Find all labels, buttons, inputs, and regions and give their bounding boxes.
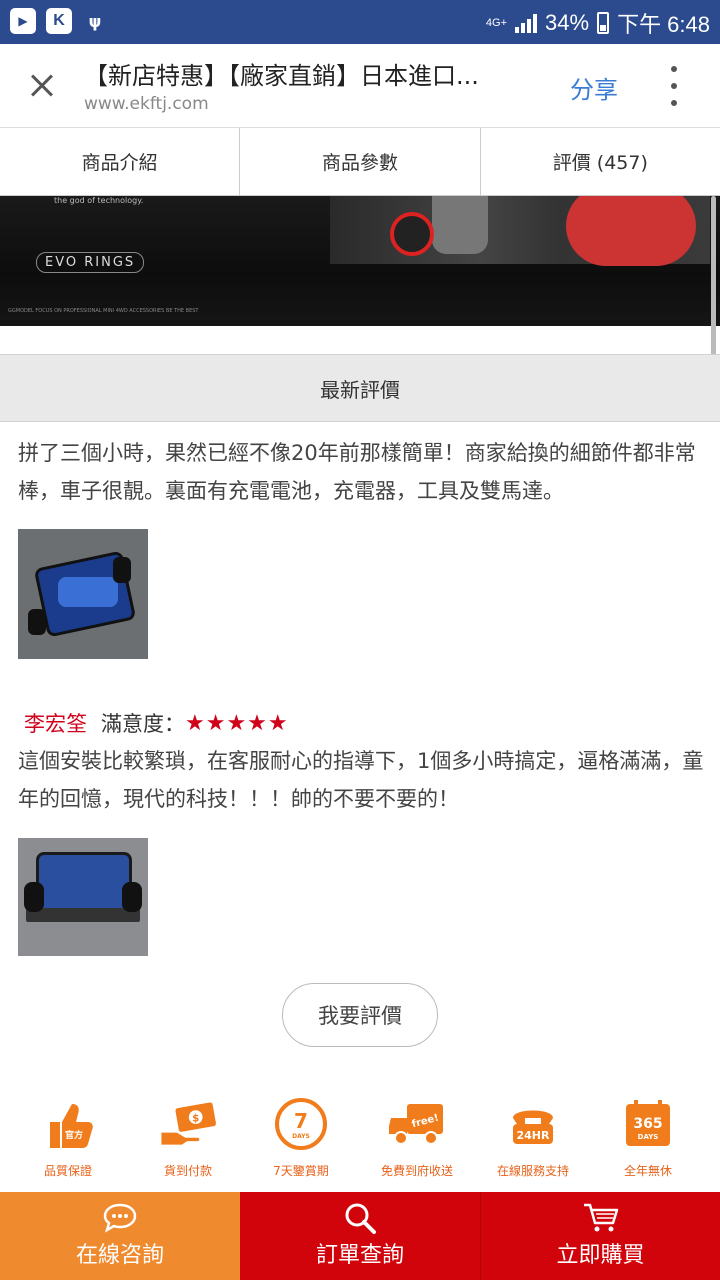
chat-bubble-icon <box>103 1203 137 1233</box>
status-bar: ▶ K ψ 4G+ 34% 下午 6:48 <box>0 0 720 44</box>
feature-cod[interactable]: $ 貨到付款 <box>128 1096 248 1179</box>
feature-free-delivery[interactable]: free! 免費到府收送 <box>357 1096 477 1179</box>
battery-icon <box>597 12 610 34</box>
banner-badge: EVO RINGS <box>36 252 145 273</box>
review-text: 拼了三個小時，果然已經不像20年前那樣簡單！商家給換的細節件都非常棒，車子很靚。… <box>18 441 696 503</box>
tab-product-intro[interactable]: 商品介紹 <box>0 128 241 195</box>
scrollbar[interactable] <box>711 196 716 366</box>
phone-24hr-icon: 24HR <box>503 1096 563 1152</box>
review-photo[interactable] <box>18 838 148 956</box>
tab-product-params[interactable]: 商品參數 <box>240 128 481 195</box>
cash-on-delivery-icon: $ <box>158 1096 218 1152</box>
service-features: 官方 品質保證 $ 貨到付款 7 DAYS 7天鑒賞期 free! 免費到府收送 … <box>0 1096 720 1188</box>
page-title: 【新店特惠】【廠家直銷】日本進口... <box>84 62 479 90</box>
review-header: 李宏筌 滿意度： ★★★★★ <box>24 708 289 738</box>
satisfaction-label: 滿意度： <box>101 712 185 736</box>
calendar-365-icon: 365 DAYS <box>618 1096 678 1152</box>
svg-text:7: 7 <box>294 1109 308 1133</box>
feature-7days[interactable]: 7 DAYS 7天鑒賞期 <box>241 1096 361 1179</box>
feature-quality[interactable]: 官方 品質保證 <box>8 1096 128 1179</box>
delivery-truck-icon: free! <box>387 1096 447 1152</box>
network-type: 4G+ <box>485 16 508 29</box>
svg-text:365: 365 <box>633 1116 662 1132</box>
banner-tagline: the god of technology. <box>54 196 144 205</box>
svg-text:DAYS: DAYS <box>638 1133 659 1141</box>
usb-icon: ψ <box>88 11 102 31</box>
buy-now-button[interactable]: 立即購買 <box>480 1192 720 1280</box>
more-options-icon[interactable] <box>662 66 686 106</box>
search-icon <box>343 1203 377 1234</box>
banner-footer: GGMODEL FOCUS ON PROFESSIONAL MINI 4WD A… <box>8 308 199 314</box>
close-icon[interactable] <box>20 64 64 108</box>
tab-reviews[interactable]: 評價 (457) <box>481 128 720 195</box>
latest-reviews-header: 最新評價 <box>0 354 720 422</box>
clock: 下午 6:48 <box>617 12 710 37</box>
svg-text:$: $ <box>192 1112 199 1124</box>
svg-text:官方: 官方 <box>65 1129 83 1141</box>
star-rating: ★★★★★ <box>185 710 289 736</box>
review-text: 這個安裝比較繁瑣，在客服耐心的指導下，1個多小時搞定，逼格滿滿，童年的回憶，現代… <box>18 749 704 811</box>
youtube-icon: ▶ <box>10 8 36 34</box>
bottom-action-bar: 在線咨詢 訂單查詢 立即購買 <box>0 1192 720 1280</box>
order-query-button[interactable]: 訂單查詢 <box>240 1192 480 1280</box>
online-consult-label: 在線咨詢 <box>75 1243 164 1268</box>
shopping-cart-icon <box>582 1203 620 1233</box>
reviewer-name: 李宏筌 <box>24 712 87 736</box>
seven-days-icon: 7 DAYS <box>271 1096 331 1152</box>
signal-icon <box>515 13 538 33</box>
review-photo[interactable] <box>18 529 148 659</box>
battery-percent: 34% <box>545 10 590 35</box>
feature-24hr-support[interactable]: 24HR 在線服務支持 <box>473 1096 593 1179</box>
svg-text:DAYS: DAYS <box>292 1133 310 1140</box>
feature-all-year[interactable]: 365 DAYS 全年無休 <box>588 1096 708 1179</box>
product-tabs: 商品介紹 商品參數 評價 (457) <box>0 128 720 196</box>
thumbs-up-icon: 官方 <box>38 1096 98 1152</box>
share-button[interactable]: 分享 <box>570 70 618 105</box>
svg-text:24HR: 24HR <box>517 1129 551 1142</box>
browser-header: 【新店特惠】【廠家直銷】日本進口... www.ekftj.com 分享 <box>0 44 720 128</box>
write-review-button[interactable]: 我要評價 <box>282 983 438 1047</box>
page-url: www.ekftj.com <box>84 94 209 114</box>
order-query-label: 訂單查詢 <box>315 1243 404 1268</box>
buy-now-label: 立即購買 <box>556 1243 645 1268</box>
k-app-icon: K <box>46 8 72 34</box>
online-consult-button[interactable]: 在線咨詢 <box>0 1192 240 1280</box>
product-banner-image: the god of technology. EVO RINGS GGMODEL… <box>0 196 720 326</box>
